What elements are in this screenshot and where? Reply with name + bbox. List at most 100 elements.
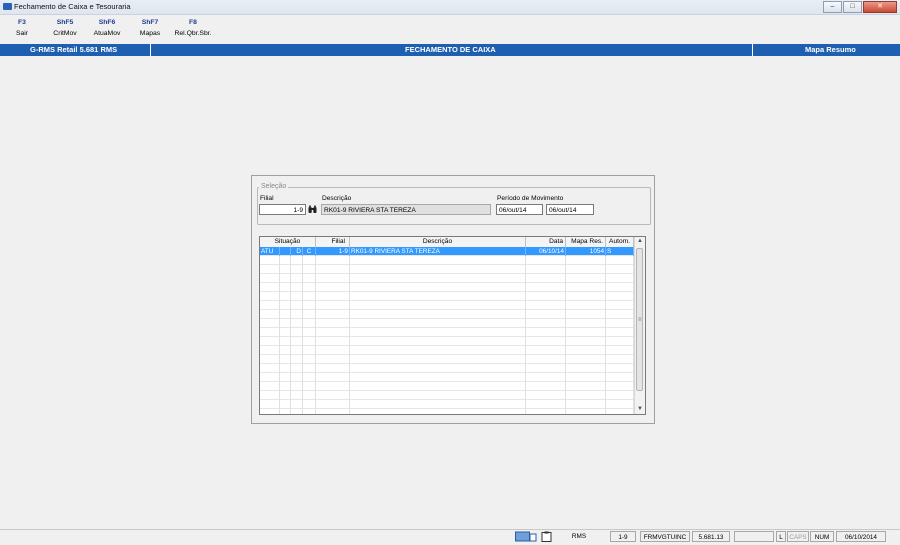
empty-cell <box>526 364 566 373</box>
toolbar-label: Rel.Qbr.Sbr. <box>174 30 212 37</box>
vertical-scrollbar[interactable]: ▲ ≡ ▼ <box>634 237 645 414</box>
window-title: Fechamento de Caixa e Tesouraria <box>14 2 131 11</box>
toolbar-button-atuamov[interactable]: ShF6 AtuaMov <box>90 19 124 37</box>
toolbar-key: ShF5 <box>56 19 74 26</box>
empty-table-row[interactable] <box>260 256 636 265</box>
empty-table-row[interactable] <box>260 274 636 283</box>
main-panel: Seleção Filial 1-9 Descrição RK01-9 RIVI… <box>251 175 655 424</box>
toolbar-button-critmov[interactable]: ShF5 CritMov <box>50 19 80 37</box>
empty-cell <box>350 256 526 265</box>
empty-cell <box>280 400 291 409</box>
empty-cell <box>350 382 526 391</box>
empty-cell <box>316 310 350 319</box>
periodo-label: Período de Movimento <box>497 195 564 202</box>
close-button[interactable]: ✕ <box>863 1 897 13</box>
empty-cell <box>280 328 291 337</box>
cell-descricao: RK01-9 RIVIERA STA TEREZA <box>350 247 526 256</box>
empty-cell <box>316 292 350 301</box>
empty-table-row[interactable] <box>260 265 636 274</box>
empty-cell <box>280 301 291 310</box>
empty-cell <box>606 310 634 319</box>
empty-cell <box>280 337 291 346</box>
periodo-fim-field[interactable]: 06/out/14 <box>546 204 594 215</box>
empty-cell <box>606 400 634 409</box>
table-row[interactable]: ATU D C 1-9 RK01-9 RIVIERA STA TEREZA 06… <box>260 247 636 256</box>
col-filial[interactable]: Filial <box>316 237 350 247</box>
empty-cell <box>303 292 316 301</box>
empty-cell <box>291 265 303 274</box>
scroll-up-icon[interactable]: ▲ <box>635 237 645 246</box>
empty-cell <box>606 256 634 265</box>
empty-cell <box>291 319 303 328</box>
empty-cell <box>260 391 280 400</box>
empty-cell <box>260 283 280 292</box>
toolbar-button-sair[interactable]: F3 Sair <box>10 19 34 37</box>
empty-cell <box>291 274 303 283</box>
empty-cell <box>606 337 634 346</box>
empty-cell <box>350 373 526 382</box>
empty-cell <box>280 373 291 382</box>
empty-table-row[interactable] <box>260 409 636 414</box>
col-mapa-res[interactable]: Mapa Res. <box>566 237 606 247</box>
empty-table-row[interactable] <box>260 400 636 409</box>
toolbar-button-mapas[interactable]: ShF7 Mapas <box>136 19 164 37</box>
empty-cell <box>526 400 566 409</box>
empty-cell <box>280 283 291 292</box>
empty-cell <box>280 274 291 283</box>
scroll-thumb[interactable]: ≡ <box>636 248 643 391</box>
empty-cell <box>316 382 350 391</box>
empty-cell <box>566 391 606 400</box>
empty-table-row[interactable] <box>260 382 636 391</box>
empty-cell <box>526 346 566 355</box>
empty-table-row[interactable] <box>260 310 636 319</box>
descricao-field: RK01-9 RIVIERA STA TEREZA <box>321 204 491 215</box>
movimento-grid: Situação Filial Descrição Data Mapa Res.… <box>259 236 646 415</box>
toolbar-key: F3 <box>18 19 26 26</box>
toolbar-button-rel-qbr-sbr[interactable]: F8 Rel.Qbr.Sbr. <box>170 19 216 37</box>
empty-cell <box>316 400 350 409</box>
empty-table-row[interactable] <box>260 373 636 382</box>
col-data[interactable]: Data <box>526 237 566 247</box>
empty-cell <box>566 355 606 364</box>
empty-cell <box>291 328 303 337</box>
empty-cell <box>566 409 606 414</box>
empty-cell <box>260 355 280 364</box>
empty-table-row[interactable] <box>260 364 636 373</box>
empty-cell <box>260 409 280 414</box>
empty-cell <box>606 364 634 373</box>
empty-cell <box>606 391 634 400</box>
empty-table-row[interactable] <box>260 283 636 292</box>
empty-cell <box>260 301 280 310</box>
col-autom[interactable]: Autom. <box>606 237 634 247</box>
empty-cell <box>303 256 316 265</box>
minimize-button[interactable]: – <box>823 1 842 13</box>
empty-cell <box>606 265 634 274</box>
empty-cell <box>291 292 303 301</box>
binoculars-icon[interactable] <box>308 205 317 214</box>
empty-table-row[interactable] <box>260 355 636 364</box>
empty-cell <box>566 382 606 391</box>
col-descricao[interactable]: Descrição <box>350 237 526 247</box>
filial-field[interactable]: 1-9 <box>259 204 306 215</box>
empty-table-row[interactable] <box>260 301 636 310</box>
empty-cell <box>291 391 303 400</box>
empty-cell <box>526 274 566 283</box>
empty-table-row[interactable] <box>260 346 636 355</box>
screen-title: FECHAMENTO DE CAIXA <box>405 45 496 54</box>
empty-cell <box>280 346 291 355</box>
col-situacao[interactable]: Situação <box>260 237 316 247</box>
empty-cell <box>606 346 634 355</box>
empty-cell <box>316 409 350 414</box>
empty-table-row[interactable] <box>260 319 636 328</box>
selecao-legend: Seleção <box>259 183 289 190</box>
empty-cell <box>280 364 291 373</box>
empty-table-row[interactable] <box>260 292 636 301</box>
empty-table-row[interactable] <box>260 391 636 400</box>
empty-table-row[interactable] <box>260 328 636 337</box>
periodo-inicio-field[interactable]: 06/out/14 <box>496 204 543 215</box>
maximize-button[interactable]: □ <box>843 1 862 13</box>
scroll-down-icon[interactable]: ▼ <box>635 405 645 414</box>
empty-cell <box>280 310 291 319</box>
toolbar-label: Sair <box>15 30 29 37</box>
empty-table-row[interactable] <box>260 337 636 346</box>
